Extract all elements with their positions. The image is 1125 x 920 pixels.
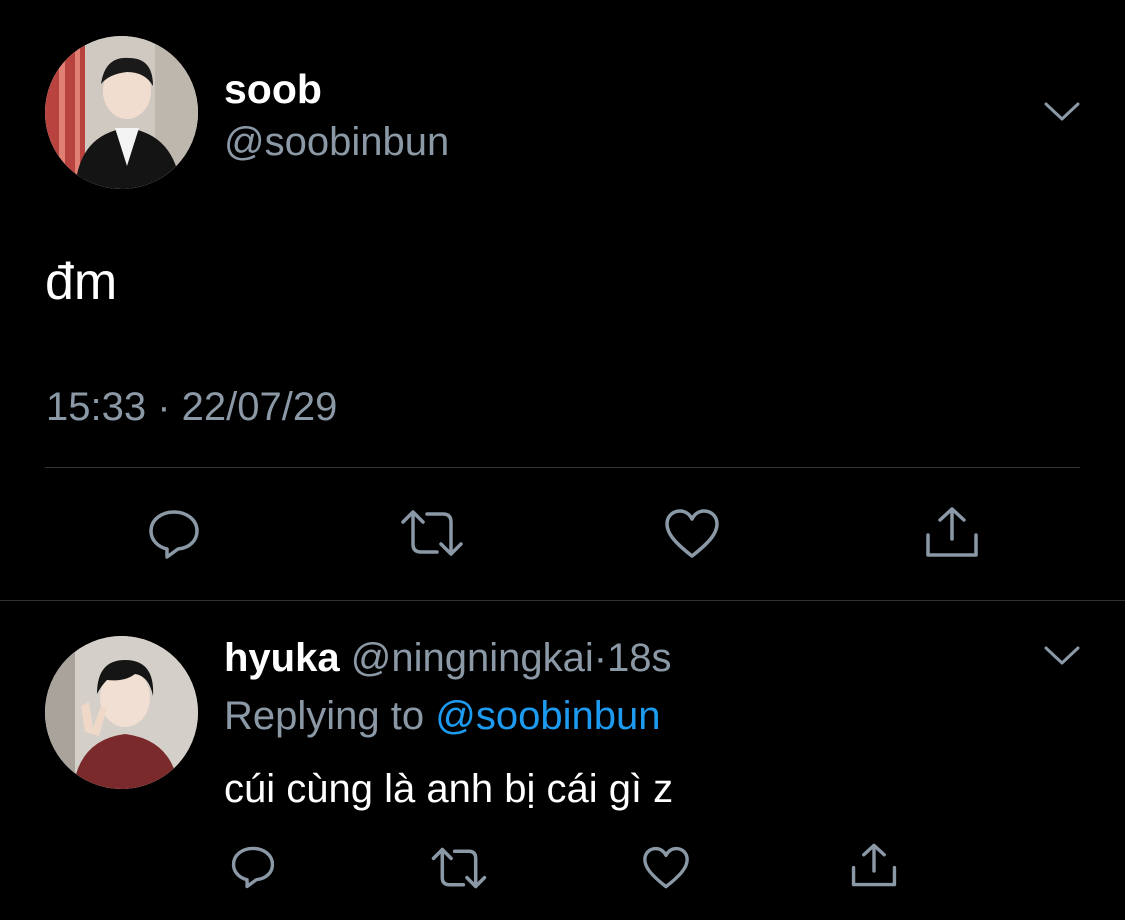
divider: [0, 600, 1125, 601]
separator-dot: ·: [593, 636, 608, 680]
reply-icon[interactable]: [147, 508, 201, 560]
reply-header: hyuka @ningningkai·18s: [224, 634, 672, 682]
reply-handle[interactable]: @ningningkai: [351, 636, 594, 680]
reply-icon[interactable]: [230, 845, 276, 889]
reply-tweet-text: cúi cùng là anh bị cái gì z: [224, 767, 674, 811]
replying-to-line: Replying to @soobinbun: [224, 692, 660, 740]
profile-photo-icon: [45, 636, 198, 789]
like-icon[interactable]: [642, 846, 690, 890]
profile-photo-icon: [45, 36, 198, 189]
main-tweet-text: đm: [45, 253, 118, 311]
share-icon[interactable]: [924, 505, 980, 559]
divider: [45, 467, 1080, 468]
retweet-icon[interactable]: [430, 846, 488, 890]
chevron-down-icon[interactable]: [1042, 643, 1082, 669]
like-icon[interactable]: [664, 508, 720, 560]
main-timestamp[interactable]: 15:33 · 22/07/29: [46, 384, 337, 430]
main-tweet: soob @soobinbun đm 15:33 · 22/07/29: [0, 0, 1125, 600]
main-handle[interactable]: @soobinbun: [224, 119, 449, 165]
reply-time[interactable]: 18s: [607, 636, 672, 680]
main-display-name[interactable]: soob: [224, 66, 322, 112]
replying-prefix: Replying to: [224, 694, 425, 738]
reply-display-name[interactable]: hyuka: [224, 636, 340, 680]
share-icon[interactable]: [850, 842, 898, 888]
chevron-down-icon[interactable]: [1042, 99, 1082, 125]
main-avatar[interactable]: [45, 36, 198, 189]
replying-to-link[interactable]: @soobinbun: [435, 694, 660, 738]
retweet-icon[interactable]: [399, 508, 465, 558]
reply-avatar[interactable]: [45, 636, 198, 789]
